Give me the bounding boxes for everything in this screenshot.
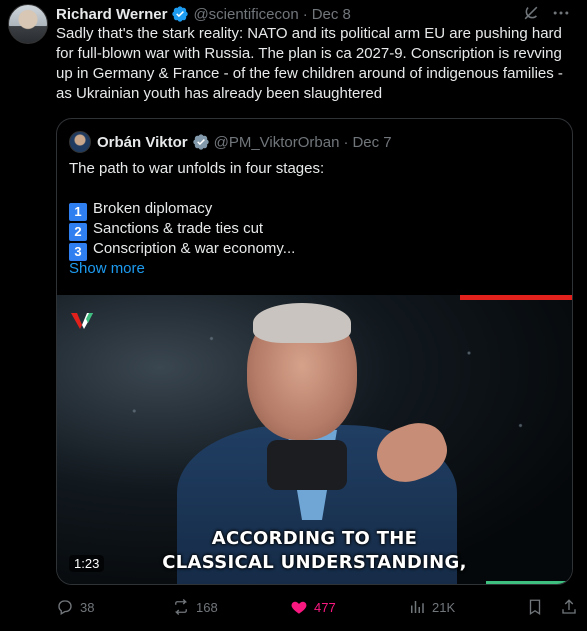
tweet-date[interactable]: Dec 8 — [312, 6, 351, 23]
views-button[interactable]: 21K — [408, 597, 455, 617]
stage-text: Broken diplomacy — [93, 200, 213, 217]
quoted-tweet[interactable]: Orbán Viktor @PM_ViktorOrban · Dec 7 The… — [56, 118, 573, 585]
reply-button[interactable]: 38 — [56, 597, 94, 617]
microphone — [267, 440, 347, 490]
tweet[interactable]: Richard Werner @scientificecon · Dec 8 S… — [0, 0, 587, 631]
quoted-avatar[interactable] — [69, 131, 91, 153]
tweet-header: Richard Werner @scientificecon · Dec 8 — [56, 4, 351, 24]
stage-item: 1 Broken diplomacy — [69, 199, 559, 221]
caption-line-2: CLASSICAL UNDERSTANDING, — [162, 552, 467, 573]
speaker-hair — [253, 303, 351, 343]
bookmark-button[interactable] — [526, 597, 550, 617]
repost-button[interactable]: 168 — [172, 597, 218, 617]
tweet-text: Sadly that's the stark reality: NATO and… — [56, 25, 563, 102]
author-handle[interactable]: @scientificecon — [193, 6, 298, 23]
quoted-header: Orbán Viktor @PM_ViktorOrban · Dec 7 — [69, 131, 392, 153]
show-more-link[interactable]: Show more — [69, 259, 559, 279]
reply-count: 38 — [80, 599, 95, 615]
action-bar: 38 168 477 21K — [52, 597, 582, 617]
views-icon — [411, 601, 424, 613]
author-name[interactable]: Richard Werner — [56, 6, 167, 23]
caption-line-1: ACCORDING TO THE — [211, 528, 418, 549]
like-count: 477 — [314, 599, 336, 615]
channel-logo-icon — [71, 313, 93, 329]
share-button[interactable] — [560, 597, 584, 617]
more-icon[interactable] — [551, 3, 571, 23]
separator-dot: · — [302, 5, 308, 23]
quoted-author-name[interactable]: Orbán Viktor — [97, 134, 188, 151]
verified-badge-icon — [172, 6, 189, 22]
stage-text: Sanctions & trade ties cut — [93, 220, 264, 237]
quoted-verified-badge-icon — [192, 134, 209, 150]
video-green-stripe — [486, 581, 572, 584]
stage-item: 3 Conscription & war economy... — [69, 239, 559, 261]
like-icon — [291, 601, 307, 614]
quoted-intro: The path to war unfolds in four stages: — [69, 160, 325, 177]
like-button[interactable]: 477 — [290, 597, 336, 617]
grok-icon[interactable] — [521, 3, 541, 23]
stage-text: Conscription & war economy... — [93, 240, 296, 257]
reply-icon — [58, 600, 72, 615]
quoted-text: The path to war unfolds in four stages: … — [69, 159, 559, 279]
video-player[interactable]: ACCORDING TO THE CLASSICAL UNDERSTANDING… — [57, 295, 572, 584]
quoted-date[interactable]: Dec 7 — [352, 134, 391, 151]
repost-count: 168 — [196, 599, 218, 615]
bookmark-icon — [529, 599, 541, 616]
repost-icon — [174, 599, 188, 615]
top-actions — [521, 3, 571, 23]
views-count: 21K — [432, 599, 456, 615]
video-caption: ACCORDING TO THE CLASSICAL UNDERSTANDING… — [57, 527, 572, 575]
author-avatar[interactable] — [8, 4, 48, 44]
quoted-author-handle[interactable]: @PM_ViktorOrban — [214, 134, 340, 151]
quoted-separator-dot: · — [343, 133, 349, 151]
stage-item: 2 Sanctions & trade ties cut — [69, 219, 559, 241]
video-duration: 1:23 — [69, 555, 105, 572]
share-icon — [562, 599, 576, 614]
video-red-stripe — [460, 295, 572, 300]
